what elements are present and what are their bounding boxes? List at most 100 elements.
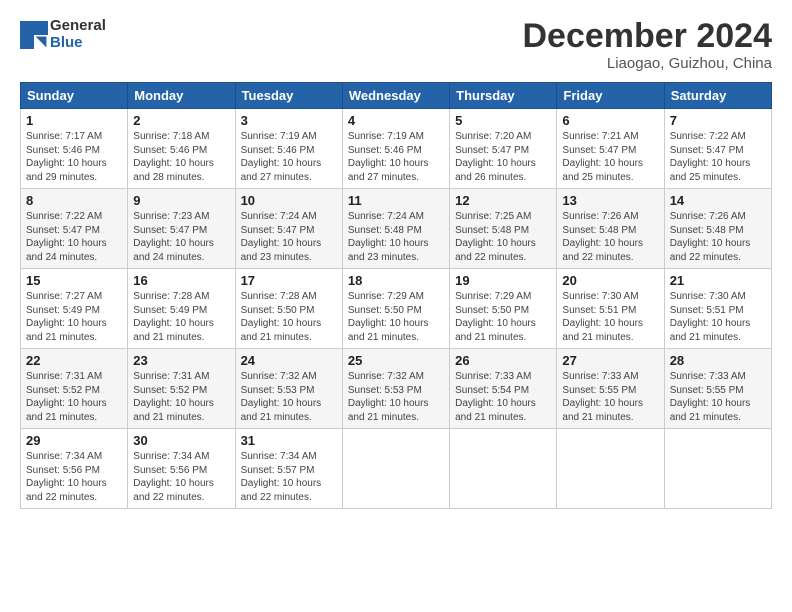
calendar-week-row: 22Sunrise: 7:31 AM Sunset: 5:52 PM Dayli… — [21, 349, 772, 429]
day-number: 1 — [26, 113, 122, 128]
calendar-day-cell: 7Sunrise: 7:22 AM Sunset: 5:47 PM Daylig… — [664, 109, 771, 189]
calendar-day-cell: 11 Sunrise: 7:24 AM Sunset: 5:48 PM Dayli… — [342, 189, 449, 269]
day-info: Sunrise: 7:33 AM Sunset: 5:55 PM Dayligh… — [562, 370, 658, 424]
calendar-day-cell: 8 Sunrise: 7:22 AM Sunset: 5:47 PM Daylig… — [21, 189, 128, 269]
day-info: Sunrise: 7:31 AM Sunset: 5:52 PM Dayligh… — [133, 370, 229, 424]
day-number: 23 — [133, 353, 229, 368]
day-info: Sunrise: 7:28 AM Sunset: 5:50 PM Dayligh… — [241, 290, 337, 344]
logo-general: General — [50, 18, 106, 35]
calendar-table: SundayMondayTuesdayWednesdayThursdayFrid… — [20, 82, 772, 509]
day-info: Sunrise: 7:20 AM Sunset: 5:47 PM Dayligh… — [455, 130, 551, 184]
day-number: 4 — [348, 113, 444, 128]
day-info: Sunrise: 7:18 AM Sunset: 5:46 PM Dayligh… — [133, 130, 229, 184]
day-number: 6 — [562, 113, 658, 128]
day-info: Sunrise: 7:29 AM Sunset: 5:50 PM Dayligh… — [348, 290, 444, 344]
day-number: 7 — [670, 113, 766, 128]
weekday-header-sunday: Sunday — [21, 83, 128, 109]
day-number: 8 — [26, 193, 122, 208]
calendar-day-cell — [450, 429, 557, 509]
day-info: Sunrise: 7:31 AM Sunset: 5:52 PM Dayligh… — [26, 370, 122, 424]
day-info: Sunrise: 7:26 AM Sunset: 5:48 PM Dayligh… — [670, 210, 766, 264]
calendar-day-cell: 1 Sunrise: 7:17 AM Sunset: 5:46 PM Daylig… — [21, 109, 128, 189]
calendar-day-cell: 22Sunrise: 7:31 AM Sunset: 5:52 PM Dayli… — [21, 349, 128, 429]
calendar-day-cell: 19 Sunrise: 7:29 AM Sunset: 5:50 PM Dayli… — [450, 269, 557, 349]
day-info: Sunrise: 7:21 AM Sunset: 5:47 PM Dayligh… — [562, 130, 658, 184]
logo-blue: Blue — [50, 35, 106, 52]
day-info: Sunrise: 7:19 AM Sunset: 5:46 PM Dayligh… — [241, 130, 337, 184]
calendar-day-cell: 21 Sunrise: 7:30 AM Sunset: 5:51 PM Dayli… — [664, 269, 771, 349]
weekday-header-saturday: Saturday — [664, 83, 771, 109]
day-info: Sunrise: 7:32 AM Sunset: 5:53 PM Dayligh… — [348, 370, 444, 424]
weekday-header-monday: Monday — [128, 83, 235, 109]
calendar-day-cell: 16Sunrise: 7:28 AM Sunset: 5:49 PM Dayli… — [128, 269, 235, 349]
calendar-week-row: 29Sunrise: 7:34 AM Sunset: 5:56 PM Dayli… — [21, 429, 772, 509]
calendar-day-cell — [557, 429, 664, 509]
day-info: Sunrise: 7:33 AM Sunset: 5:55 PM Dayligh… — [670, 370, 766, 424]
calendar-day-cell: 14 Sunrise: 7:26 AM Sunset: 5:48 PM Dayli… — [664, 189, 771, 269]
day-number: 25 — [348, 353, 444, 368]
calendar-day-cell: 27 Sunrise: 7:33 AM Sunset: 5:55 PM Dayli… — [557, 349, 664, 429]
calendar-day-cell: 10Sunrise: 7:24 AM Sunset: 5:47 PM Dayli… — [235, 189, 342, 269]
calendar-day-cell: 30Sunrise: 7:34 AM Sunset: 5:56 PM Dayli… — [128, 429, 235, 509]
day-info: Sunrise: 7:32 AM Sunset: 5:53 PM Dayligh… — [241, 370, 337, 424]
day-number: 20 — [562, 273, 658, 288]
day-number: 24 — [241, 353, 337, 368]
calendar-week-row: 1 Sunrise: 7:17 AM Sunset: 5:46 PM Daylig… — [21, 109, 772, 189]
day-info: Sunrise: 7:29 AM Sunset: 5:50 PM Dayligh… — [455, 290, 551, 344]
calendar-day-cell: 25 Sunrise: 7:32 AM Sunset: 5:53 PM Dayli… — [342, 349, 449, 429]
month-title: December 2024 — [522, 18, 772, 55]
day-info: Sunrise: 7:24 AM Sunset: 5:48 PM Dayligh… — [348, 210, 444, 264]
day-info: Sunrise: 7:25 AM Sunset: 5:48 PM Dayligh… — [455, 210, 551, 264]
title-area: December 2024 Liaogao, Guizhou, China — [522, 18, 772, 72]
calendar-day-cell: 2Sunrise: 7:18 AM Sunset: 5:46 PM Daylig… — [128, 109, 235, 189]
calendar-week-row: 15 Sunrise: 7:27 AM Sunset: 5:49 PM Dayli… — [21, 269, 772, 349]
calendar-day-cell: 13 Sunrise: 7:26 AM Sunset: 5:48 PM Dayli… — [557, 189, 664, 269]
day-number: 21 — [670, 273, 766, 288]
day-number: 27 — [562, 353, 658, 368]
day-info: Sunrise: 7:17 AM Sunset: 5:46 PM Dayligh… — [26, 130, 122, 184]
calendar-day-cell: 23 Sunrise: 7:31 AM Sunset: 5:52 PM Dayli… — [128, 349, 235, 429]
day-number: 10 — [241, 193, 337, 208]
day-number: 5 — [455, 113, 551, 128]
day-number: 14 — [670, 193, 766, 208]
logo-icon — [20, 21, 48, 49]
day-info: Sunrise: 7:30 AM Sunset: 5:51 PM Dayligh… — [562, 290, 658, 344]
day-number: 11 — [348, 193, 444, 208]
calendar-day-cell: 20 Sunrise: 7:30 AM Sunset: 5:51 PM Dayli… — [557, 269, 664, 349]
day-number: 28 — [670, 353, 766, 368]
day-info: Sunrise: 7:23 AM Sunset: 5:47 PM Dayligh… — [133, 210, 229, 264]
calendar-day-cell: 17Sunrise: 7:28 AM Sunset: 5:50 PM Dayli… — [235, 269, 342, 349]
calendar-day-cell: 9 Sunrise: 7:23 AM Sunset: 5:47 PM Daylig… — [128, 189, 235, 269]
calendar-day-cell — [342, 429, 449, 509]
day-number: 13 — [562, 193, 658, 208]
calendar-day-cell: 28 Sunrise: 7:33 AM Sunset: 5:55 PM Dayli… — [664, 349, 771, 429]
day-info: Sunrise: 7:30 AM Sunset: 5:51 PM Dayligh… — [670, 290, 766, 344]
day-number: 18 — [348, 273, 444, 288]
day-info: Sunrise: 7:34 AM Sunset: 5:56 PM Dayligh… — [26, 450, 122, 504]
day-number: 3 — [241, 113, 337, 128]
day-info: Sunrise: 7:34 AM Sunset: 5:56 PM Dayligh… — [133, 450, 229, 504]
day-info: Sunrise: 7:26 AM Sunset: 5:48 PM Dayligh… — [562, 210, 658, 264]
calendar-day-cell: 4 Sunrise: 7:19 AM Sunset: 5:46 PM Daylig… — [342, 109, 449, 189]
day-info: Sunrise: 7:19 AM Sunset: 5:46 PM Dayligh… — [348, 130, 444, 184]
location-subtitle: Liaogao, Guizhou, China — [522, 55, 772, 72]
day-info: Sunrise: 7:28 AM Sunset: 5:49 PM Dayligh… — [133, 290, 229, 344]
calendar-day-cell: 6 Sunrise: 7:21 AM Sunset: 5:47 PM Daylig… — [557, 109, 664, 189]
day-number: 15 — [26, 273, 122, 288]
day-number: 26 — [455, 353, 551, 368]
calendar-day-cell: 29Sunrise: 7:34 AM Sunset: 5:56 PM Dayli… — [21, 429, 128, 509]
day-info: Sunrise: 7:27 AM Sunset: 5:49 PM Dayligh… — [26, 290, 122, 344]
day-number: 19 — [455, 273, 551, 288]
day-info: Sunrise: 7:22 AM Sunset: 5:47 PM Dayligh… — [26, 210, 122, 264]
calendar-header-row: SundayMondayTuesdayWednesdayThursdayFrid… — [21, 83, 772, 109]
weekday-header-thursday: Thursday — [450, 83, 557, 109]
calendar-day-cell: 26Sunrise: 7:33 AM Sunset: 5:54 PM Dayli… — [450, 349, 557, 429]
day-number: 9 — [133, 193, 229, 208]
weekday-header-wednesday: Wednesday — [342, 83, 449, 109]
weekday-header-tuesday: Tuesday — [235, 83, 342, 109]
calendar-day-cell: 24 Sunrise: 7:32 AM Sunset: 5:53 PM Dayli… — [235, 349, 342, 429]
calendar-day-cell: 5 Sunrise: 7:20 AM Sunset: 5:47 PM Daylig… — [450, 109, 557, 189]
calendar-day-cell: 31Sunrise: 7:34 AM Sunset: 5:57 PM Dayli… — [235, 429, 342, 509]
logo: General Blue — [20, 18, 106, 51]
header: General Blue December 2024 Liaogao, Guiz… — [20, 18, 772, 72]
